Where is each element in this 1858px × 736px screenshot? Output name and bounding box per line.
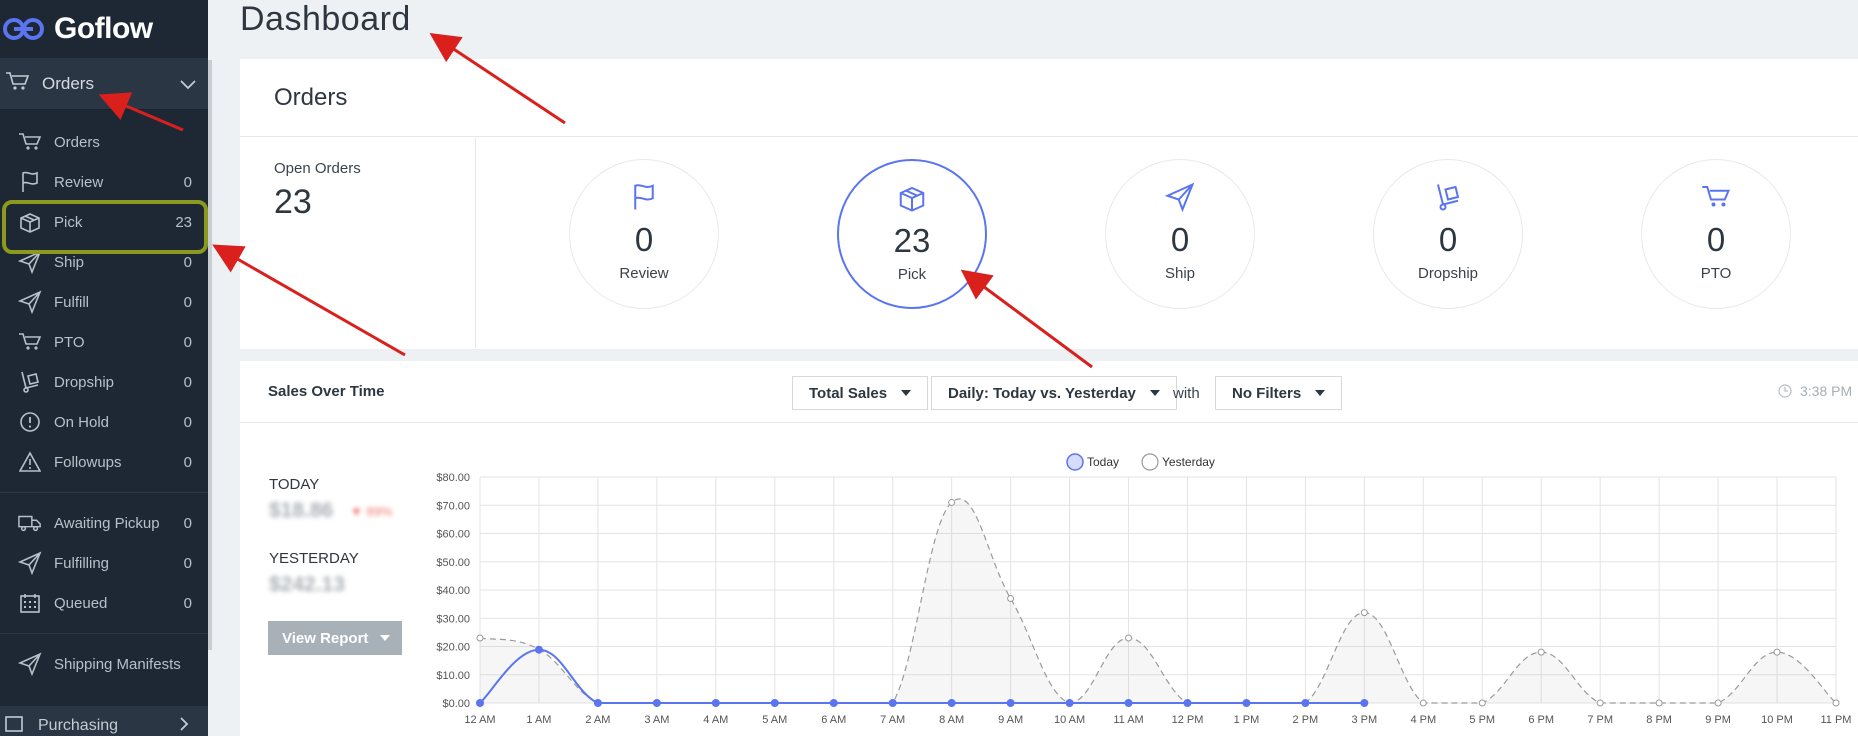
today-point	[711, 699, 720, 707]
x-tick-label: 7 PM	[1587, 714, 1613, 726]
today-point	[1124, 699, 1133, 707]
yesterday-point	[1773, 648, 1781, 656]
y-tick-label: $30.00	[436, 613, 470, 625]
yesterday-point	[476, 634, 484, 642]
x-tick-label: 10 PM	[1761, 714, 1793, 726]
y-tick-label: $20.00	[436, 642, 470, 654]
x-tick-label: 9 AM	[998, 714, 1023, 726]
y-tick-label: $50.00	[436, 557, 470, 569]
today-point	[1006, 699, 1015, 707]
yesterday-point	[1537, 648, 1545, 656]
yesterday-point	[1360, 609, 1368, 617]
x-tick-label: 4 PM	[1410, 714, 1436, 726]
x-tick-label: 8 AM	[939, 714, 964, 726]
x-tick-label: 3 PM	[1352, 714, 1378, 726]
x-tick-label: 9 PM	[1705, 714, 1731, 726]
y-tick-label: $10.00	[436, 670, 470, 682]
yesterday-point	[1125, 634, 1133, 642]
legend-yesterday-label: Yesterday	[1162, 455, 1215, 469]
x-tick-label: 1 AM	[526, 714, 551, 726]
y-tick-label: $60.00	[436, 529, 470, 541]
today-point	[829, 699, 838, 707]
x-tick-label: 6 AM	[821, 714, 846, 726]
yesterday-point	[1007, 594, 1015, 602]
x-tick-label: 10 AM	[1054, 714, 1085, 726]
today-point	[476, 699, 484, 707]
x-tick-label: 12 AM	[464, 714, 495, 726]
yesterday-point	[948, 498, 956, 506]
today-point	[1360, 699, 1369, 707]
x-tick-label: 11 AM	[1113, 714, 1143, 726]
x-tick-label: 4 AM	[703, 714, 728, 726]
yesterday-point	[1419, 699, 1427, 707]
today-point	[593, 699, 602, 707]
yesterday-point	[1596, 699, 1604, 707]
x-tick-label: 11 PM	[1821, 714, 1852, 726]
x-tick-label: 2 PM	[1293, 714, 1319, 726]
x-tick-label: 5 AM	[762, 714, 787, 726]
today-point	[652, 699, 661, 707]
legend-today-swatch	[1066, 453, 1084, 471]
x-tick-label: 6 PM	[1528, 714, 1554, 726]
yesterday-point	[1655, 699, 1663, 707]
sales-chart: $0.00 $10.00 $20.00 $30.00 $40.00 $50.00 $60.0…	[436, 453, 1852, 726]
legend-yesterday-swatch	[1141, 453, 1159, 471]
today-point	[534, 645, 543, 654]
x-tick-label: 7 AM	[880, 714, 905, 726]
yesterday-point	[1714, 699, 1722, 707]
x-tick-label: 3 AM	[644, 714, 669, 726]
today-point	[1065, 699, 1074, 707]
x-tick-label: 5 PM	[1469, 714, 1495, 726]
yesterday-area	[480, 498, 1836, 703]
yesterday-point	[1832, 699, 1840, 707]
today-point	[1301, 699, 1310, 707]
today-point	[1183, 699, 1192, 707]
x-tick-label: 1 PM	[1234, 714, 1260, 726]
today-point	[888, 699, 897, 707]
y-tick-label: $80.00	[436, 472, 470, 484]
y-tick-label: $0.00	[442, 698, 470, 710]
x-tick-label: 8 PM	[1646, 714, 1672, 726]
today-point	[947, 699, 956, 707]
y-tick-label: $70.00	[436, 500, 470, 512]
x-tick-label: 12 PM	[1172, 714, 1204, 726]
yesterday-point	[1478, 699, 1486, 707]
legend-today-label: Today	[1087, 455, 1119, 469]
today-point	[1242, 699, 1251, 707]
x-tick-label: 2 AM	[585, 714, 610, 726]
y-tick-label: $40.00	[436, 585, 470, 597]
today-point	[770, 699, 779, 707]
